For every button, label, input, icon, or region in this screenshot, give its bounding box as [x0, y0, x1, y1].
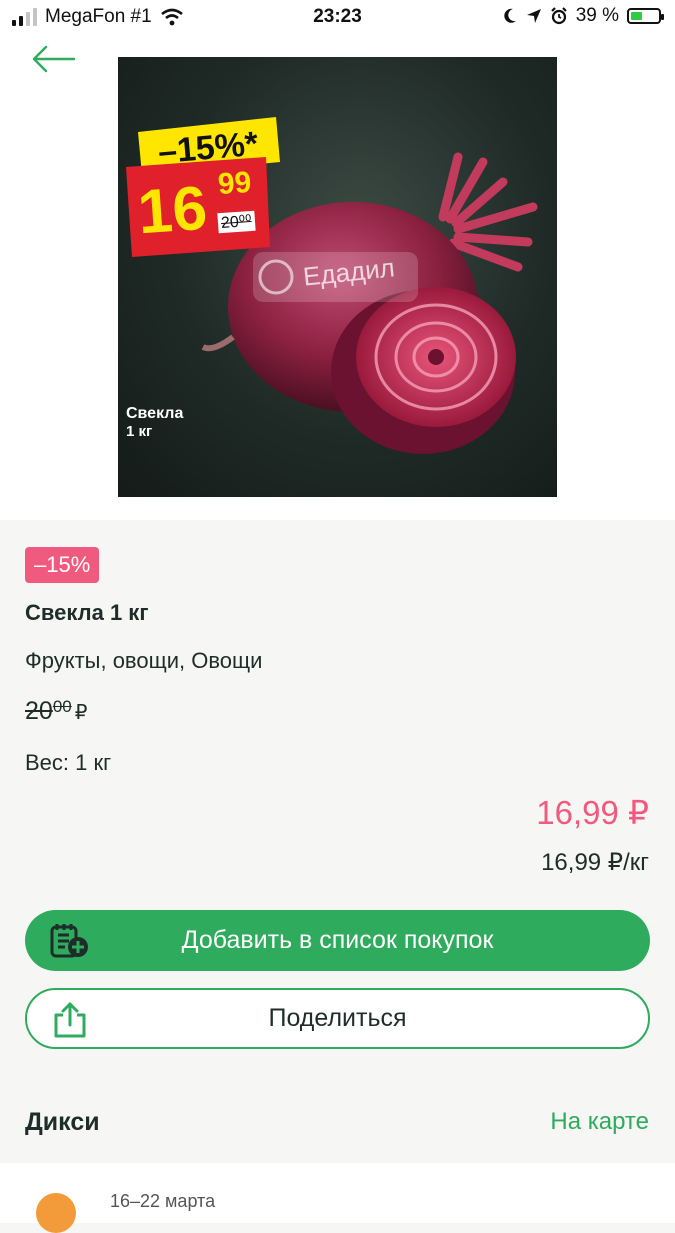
- unit-price: 16,99 ₽/кг: [541, 849, 649, 876]
- status-bar: MegaFon #1 23:23 39 %: [0, 0, 675, 34]
- current-price: 16,99 ₽: [536, 794, 649, 831]
- promo-price-int: 16: [135, 173, 210, 248]
- image-label-name: Свекла: [126, 405, 184, 422]
- battery-charging-icon: [627, 8, 664, 24]
- moon-icon: [504, 8, 516, 23]
- share-icon: [54, 1002, 86, 1038]
- old-price-dec: 00: [52, 697, 72, 716]
- offer-card[interactable]: 16–22 марта: [0, 1163, 675, 1233]
- add-to-list-button[interactable]: Добавить в список покупок: [25, 910, 650, 971]
- product-category: Фрукты, овощи, Овощи: [25, 648, 263, 673]
- arrow-left-icon[interactable]: [30, 44, 76, 74]
- alarm-icon: [550, 7, 567, 25]
- old-price: 2000 ₽: [25, 697, 87, 726]
- shopping-list-add-icon: [50, 924, 88, 958]
- product-image: –15%* 16 99 20⁰⁰ Едадил Свекла 1 кг: [118, 57, 557, 497]
- location-arrow-icon: [526, 9, 541, 23]
- store-name: Дикси: [25, 1108, 100, 1136]
- product-name: Свекла 1 кг: [25, 600, 149, 625]
- share-label: Поделиться: [268, 1004, 407, 1032]
- image-label-weight: 1 кг: [126, 423, 153, 440]
- battery-percent: 39 %: [575, 5, 619, 26]
- share-button[interactable]: Поделиться: [25, 988, 650, 1049]
- discount-badge: –15%: [25, 547, 100, 583]
- product-weight: Вес: 1 кг: [25, 750, 112, 775]
- on-map-link[interactable]: На карте: [550, 1108, 649, 1136]
- old-price-currency: ₽: [74, 702, 88, 724]
- old-price-int: 20: [25, 697, 53, 725]
- promo-price-dec: 99: [216, 165, 253, 202]
- store-logo-icon: [36, 1193, 76, 1233]
- offer-dates: 16–22 марта: [110, 1191, 216, 1211]
- add-to-list-label: Добавить в список покупок: [181, 926, 494, 954]
- promo-old-price: 20⁰⁰: [217, 210, 256, 234]
